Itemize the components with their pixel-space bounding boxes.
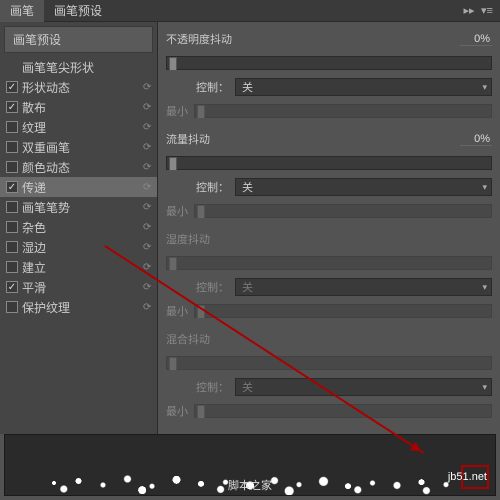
option-checkbox[interactable] bbox=[6, 161, 18, 173]
option-checkbox[interactable] bbox=[6, 281, 18, 293]
panel-tabs: 画笔 画笔预设 ▸▸ ▾≡ bbox=[0, 0, 500, 22]
wet-jitter-slider bbox=[166, 256, 492, 270]
flow-jitter-label: 流量抖动 bbox=[166, 131, 210, 147]
option-label: 传递 bbox=[22, 179, 139, 196]
opacity-min-slider bbox=[194, 104, 492, 118]
control-label-4: 控制： bbox=[196, 379, 229, 395]
option-label: 颜色动态 bbox=[22, 159, 139, 176]
option-label: 散布 bbox=[22, 99, 139, 116]
sidebar-option-10[interactable]: 建立 ⟳ bbox=[0, 257, 157, 277]
tab-brush[interactable]: 画笔 bbox=[0, 0, 44, 22]
sidebar-option-8[interactable]: 杂色 ⟳ bbox=[0, 217, 157, 237]
option-label: 纹理 bbox=[22, 119, 139, 136]
opacity-jitter-label: 不透明度抖动 bbox=[166, 31, 232, 47]
sidebar-option-7[interactable]: 画笔笔势 ⟳ bbox=[0, 197, 157, 217]
lock-icon[interactable]: ⟳ bbox=[143, 302, 153, 313]
option-label: 形状动态 bbox=[22, 79, 139, 96]
collapse-icon[interactable]: ▸▸ bbox=[462, 4, 476, 18]
brush-preview: jb51.net 脚本之家 bbox=[4, 434, 496, 496]
menu-icon[interactable]: ▾≡ bbox=[480, 4, 494, 18]
option-label: 湿边 bbox=[22, 239, 139, 256]
control-label-1: 控制： bbox=[196, 79, 229, 95]
brush-preset-button[interactable]: 画笔预设 bbox=[4, 26, 153, 53]
option-checkbox[interactable] bbox=[6, 301, 18, 313]
sidebar-option-1[interactable]: 形状动态 ⟳ bbox=[0, 77, 157, 97]
opacity-jitter-slider[interactable] bbox=[166, 56, 492, 70]
sidebar-option-6[interactable]: 传递 ⟳ bbox=[0, 177, 157, 197]
mix-jitter-label: 混合抖动 bbox=[166, 331, 210, 347]
flow-jitter-slider[interactable] bbox=[166, 156, 492, 170]
sidebar-option-5[interactable]: 颜色动态 ⟳ bbox=[0, 157, 157, 177]
option-checkbox[interactable] bbox=[6, 241, 18, 253]
mix-min-label: 最小 bbox=[166, 403, 188, 419]
option-checkbox[interactable] bbox=[6, 121, 18, 133]
sidebar-option-0[interactable]: 画笔笔尖形状 bbox=[0, 57, 157, 77]
opacity-min-label: 最小 bbox=[166, 103, 188, 119]
lock-icon[interactable]: ⟳ bbox=[143, 142, 153, 153]
flow-min-slider bbox=[194, 204, 492, 218]
lock-icon[interactable]: ⟳ bbox=[143, 282, 153, 293]
mix-jitter-slider bbox=[166, 356, 492, 370]
lock-icon[interactable]: ⟳ bbox=[143, 102, 153, 113]
option-checkbox[interactable] bbox=[6, 201, 18, 213]
sidebar-option-11[interactable]: 平滑 ⟳ bbox=[0, 277, 157, 297]
option-checkbox[interactable] bbox=[6, 101, 18, 113]
option-label: 建立 bbox=[22, 259, 139, 276]
wet-jitter-label: 湿度抖动 bbox=[166, 231, 210, 247]
flow-min-label: 最小 bbox=[166, 203, 188, 219]
lock-icon[interactable]: ⟳ bbox=[143, 262, 153, 273]
watermark-text: jb51.net bbox=[448, 471, 487, 483]
option-checkbox bbox=[6, 61, 18, 73]
opacity-control-dropdown[interactable]: 关 bbox=[235, 78, 492, 96]
flow-jitter-value[interactable]: 0% bbox=[460, 133, 492, 146]
transfer-settings: 不透明度抖动 0% 控制： 关 最小 流量抖动 0% bbox=[158, 22, 500, 434]
sidebar-option-4[interactable]: 双重画笔 ⟳ bbox=[0, 137, 157, 157]
source-text: 脚本之家 bbox=[228, 477, 272, 493]
tab-brush-preset[interactable]: 画笔预设 bbox=[44, 0, 112, 22]
mix-min-slider bbox=[194, 404, 492, 418]
flow-control-dropdown[interactable]: 关 bbox=[235, 178, 492, 196]
option-checkbox[interactable] bbox=[6, 81, 18, 93]
mix-control-dropdown: 关 bbox=[235, 378, 492, 396]
sidebar-option-12[interactable]: 保护纹理 ⟳ bbox=[0, 297, 157, 317]
lock-icon[interactable]: ⟳ bbox=[143, 222, 153, 233]
opacity-jitter-value[interactable]: 0% bbox=[460, 33, 492, 46]
option-checkbox[interactable] bbox=[6, 181, 18, 193]
lock-icon[interactable]: ⟳ bbox=[143, 182, 153, 193]
sidebar-option-2[interactable]: 散布 ⟳ bbox=[0, 97, 157, 117]
option-label: 画笔笔尖形状 bbox=[22, 59, 139, 76]
option-label: 画笔笔势 bbox=[22, 199, 139, 216]
sidebar-option-3[interactable]: 纹理 ⟳ bbox=[0, 117, 157, 137]
option-checkbox[interactable] bbox=[6, 221, 18, 233]
wet-min-slider bbox=[194, 304, 492, 318]
lock-icon[interactable]: ⟳ bbox=[143, 202, 153, 213]
option-checkbox[interactable] bbox=[6, 141, 18, 153]
lock-icon[interactable]: ⟳ bbox=[143, 162, 153, 173]
lock-icon[interactable]: ⟳ bbox=[143, 242, 153, 253]
control-label-3: 控制： bbox=[196, 279, 229, 295]
brush-options-sidebar: 画笔预设 画笔笔尖形状形状动态 ⟳ 散布 ⟳ 纹理 ⟳ 双重画笔 ⟳ 颜色动态 ⟳ 传递 ⟳ 画笔笔势 ⟳… bbox=[0, 22, 158, 434]
lock-icon[interactable]: ⟳ bbox=[143, 82, 153, 93]
option-label: 平滑 bbox=[22, 279, 139, 296]
option-label: 杂色 bbox=[22, 219, 139, 236]
option-label: 保护纹理 bbox=[22, 299, 139, 316]
option-label: 双重画笔 bbox=[22, 139, 139, 156]
option-checkbox[interactable] bbox=[6, 261, 18, 273]
control-label-2: 控制： bbox=[196, 179, 229, 195]
wet-control-dropdown: 关 bbox=[235, 278, 492, 296]
sidebar-option-9[interactable]: 湿边 ⟳ bbox=[0, 237, 157, 257]
wet-min-label: 最小 bbox=[166, 303, 188, 319]
lock-icon[interactable]: ⟳ bbox=[143, 122, 153, 133]
